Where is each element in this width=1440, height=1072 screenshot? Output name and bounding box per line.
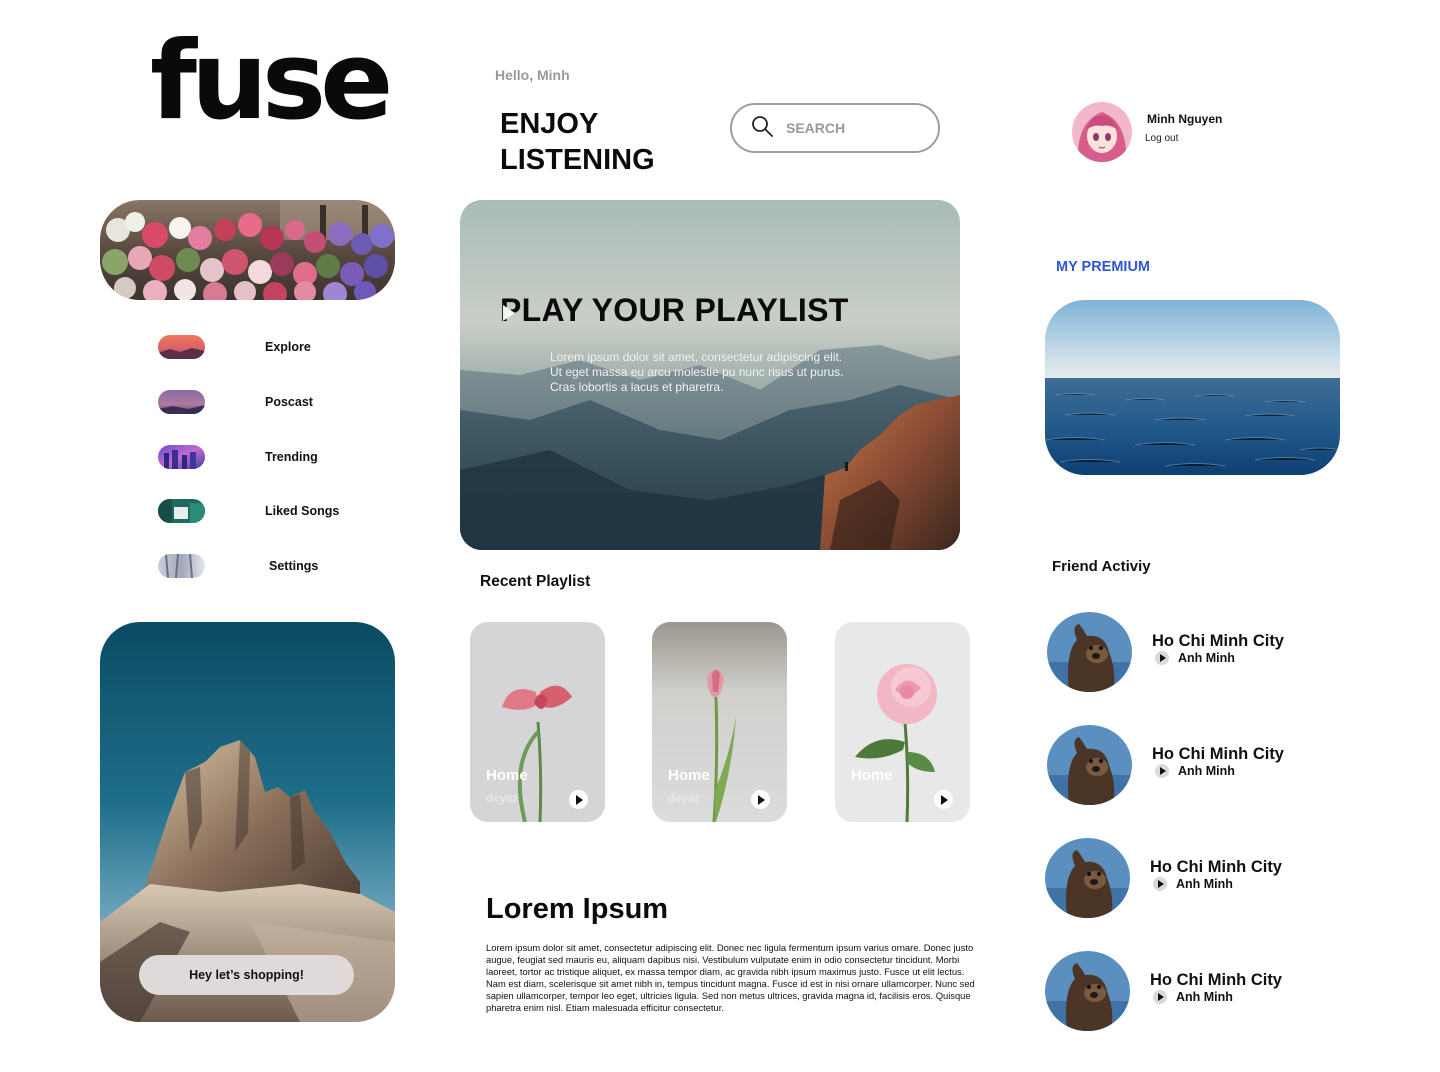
- nav-item-trending[interactable]: Trending: [158, 444, 378, 470]
- recent-playlist-title: Recent Playlist: [480, 573, 591, 590]
- page-headline: ENJOY LISTENING: [500, 108, 655, 176]
- premium-banner[interactable]: [1045, 300, 1340, 475]
- friend-now-playing: Anh Minh: [1155, 651, 1235, 665]
- play-icon[interactable]: [1155, 651, 1169, 665]
- sunset-thumbnail: [158, 335, 205, 359]
- play-icon[interactable]: [1153, 877, 1167, 891]
- article-title: Lorem Ipsum: [486, 893, 669, 925]
- playlist-card-subtitle: deyaz: [668, 793, 700, 805]
- city-thumbnail: [158, 445, 205, 469]
- flower-market-banner: [100, 200, 395, 300]
- nav-label-poscast: Poscast: [265, 395, 313, 409]
- nav-item-poscast[interactable]: Poscast: [158, 389, 378, 415]
- greeting-text: Hello, Minh: [495, 67, 570, 83]
- search-input[interactable]: [786, 120, 916, 136]
- nav-item-liked-songs[interactable]: Liked Songs: [158, 498, 378, 524]
- dusk-thumbnail: [158, 390, 205, 414]
- search-bar[interactable]: [730, 103, 940, 153]
- playlist-card-title: Home: [668, 767, 710, 784]
- snow-thumbnail: [158, 554, 205, 578]
- avatar[interactable]: [1072, 102, 1132, 162]
- play-icon[interactable]: [934, 790, 953, 809]
- friend-city: Ho Chi Minh City: [1152, 632, 1284, 650]
- friend-now-playing: Anh Minh: [1153, 990, 1233, 1004]
- friend-city: Ho Chi Minh City: [1152, 745, 1284, 763]
- friend-activity-title: Friend Activiy: [1052, 558, 1151, 575]
- friend-avatar[interactable]: [1045, 838, 1130, 918]
- friend-avatar[interactable]: [1047, 612, 1132, 692]
- nav-label-explore: Explore: [265, 340, 311, 354]
- nav-item-explore[interactable]: Explore: [158, 334, 378, 360]
- playlist-card[interactable]: Home deyaz: [470, 622, 605, 822]
- play-icon[interactable]: [751, 790, 770, 809]
- play-icon[interactable]: [569, 790, 588, 809]
- hero-title: PLAY YOUR PLAYLIST: [500, 292, 849, 328]
- playlist-card[interactable]: Home deyaz: [835, 622, 970, 822]
- nav-label-liked-songs: Liked Songs: [265, 504, 340, 518]
- fuse-logo[interactable]: fuse: [150, 28, 393, 136]
- friend-artist: Anh Minh: [1176, 877, 1233, 891]
- search-icon: [750, 114, 774, 143]
- nav-label-trending: Trending: [265, 450, 318, 464]
- friend-artist: Anh Minh: [1178, 764, 1235, 778]
- friend-now-playing: Anh Minh: [1155, 764, 1235, 778]
- friend-artist: Anh Minh: [1178, 651, 1235, 665]
- friend-now-playing: Anh Minh: [1153, 877, 1233, 891]
- friend-city: Ho Chi Minh City: [1150, 858, 1282, 876]
- logout-link[interactable]: Log out: [1145, 133, 1178, 144]
- playlist-card[interactable]: Home deyaz: [652, 622, 787, 822]
- premium-title[interactable]: MY PREMIUM: [1056, 259, 1150, 275]
- friend-city: Ho Chi Minh City: [1150, 971, 1282, 989]
- teal-building-thumbnail: [158, 499, 205, 523]
- friend-avatar[interactable]: [1047, 725, 1132, 805]
- play-icon[interactable]: [1153, 990, 1167, 1004]
- hero-description: Lorem ipsum dolor sit amet, consectetur …: [550, 350, 844, 394]
- playlist-card-subtitle: deyaz: [486, 793, 518, 805]
- playlist-card-title: Home: [486, 767, 528, 784]
- play-icon[interactable]: [503, 305, 515, 321]
- nav-item-settings[interactable]: Settings: [158, 553, 378, 579]
- article-body: Lorem ipsum dolor sit amet, consectetur …: [486, 942, 975, 1013]
- friend-avatar[interactable]: [1045, 951, 1130, 1031]
- friend-artist: Anh Minh: [1176, 990, 1233, 1004]
- playlist-card-title: Home: [851, 767, 893, 784]
- shopping-button[interactable]: Hey let’s shopping!: [139, 955, 354, 995]
- nav-label-settings: Settings: [269, 559, 319, 573]
- user-name: Minh Nguyen: [1147, 112, 1223, 126]
- playlist-card-subtitle: deyaz: [851, 793, 883, 805]
- play-icon[interactable]: [1155, 764, 1169, 778]
